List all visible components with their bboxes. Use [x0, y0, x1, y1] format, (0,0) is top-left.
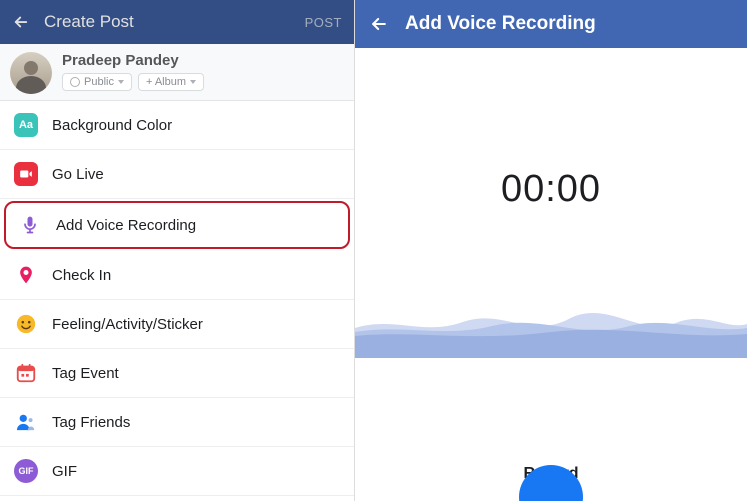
back-icon[interactable]	[369, 14, 389, 34]
option-label: GIF	[52, 463, 77, 480]
chevron-down-icon	[190, 80, 196, 84]
option-label: Add Voice Recording	[56, 217, 196, 234]
option-go-live[interactable]: Go Live	[0, 150, 354, 199]
background-color-icon: Aa	[14, 113, 38, 137]
smiley-icon	[14, 312, 38, 336]
option-gif[interactable]: GIF GIF	[0, 447, 354, 496]
option-label: Go Live	[52, 166, 104, 183]
option-label: Tag Event	[52, 365, 119, 382]
privacy-label: Public	[84, 76, 114, 88]
location-pin-icon	[14, 263, 38, 287]
post-button[interactable]: POST	[305, 15, 342, 30]
post-options-list: Aa Background Color Go Live Add Voice Re…	[0, 101, 354, 496]
option-label: Background Color	[52, 117, 172, 134]
camera-live-icon	[14, 162, 38, 186]
voice-body: 00:00 Record	[355, 48, 747, 501]
profile-strip: Pradeep Pandey Public + Album	[0, 44, 354, 101]
profile-name: Pradeep Pandey	[62, 52, 204, 69]
profile-info: Pradeep Pandey Public + Album	[62, 52, 204, 91]
option-add-voice-recording[interactable]: Add Voice Recording	[4, 201, 350, 249]
recording-timer: 00:00	[501, 168, 601, 211]
voice-header-title: Add Voice Recording	[405, 13, 596, 35]
option-tag-friends[interactable]: Tag Friends	[0, 398, 354, 447]
voice-recording-screen: Add Voice Recording 00:00 Record	[355, 0, 747, 501]
create-post-screen: Create Post POST Pradeep Pandey Public +…	[0, 0, 355, 501]
album-selector[interactable]: + Album	[138, 73, 204, 91]
option-feeling-activity-sticker[interactable]: Feeling/Activity/Sticker	[0, 300, 354, 349]
microphone-icon	[18, 213, 42, 237]
avatar[interactable]	[10, 52, 52, 94]
privacy-selector[interactable]: Public	[62, 73, 132, 91]
calendar-icon	[14, 361, 38, 385]
user-tag-icon	[14, 410, 38, 434]
profile-pills: Public + Album	[62, 73, 204, 91]
back-icon[interactable]	[12, 13, 30, 31]
gif-icon: GIF	[14, 459, 38, 483]
option-label: Tag Friends	[52, 414, 130, 431]
option-label: Feeling/Activity/Sticker	[52, 316, 203, 333]
option-background-color[interactable]: Aa Background Color	[0, 101, 354, 150]
voice-header: Add Voice Recording	[355, 0, 747, 48]
header-title: Create Post	[44, 12, 291, 32]
globe-icon	[70, 77, 80, 87]
album-label: + Album	[146, 76, 186, 88]
option-label: Check In	[52, 267, 111, 284]
chevron-down-icon	[118, 80, 124, 84]
waveform-graphic	[355, 288, 747, 358]
option-check-in[interactable]: Check In	[0, 251, 354, 300]
option-tag-event[interactable]: Tag Event	[0, 349, 354, 398]
create-post-header: Create Post POST	[0, 0, 354, 44]
